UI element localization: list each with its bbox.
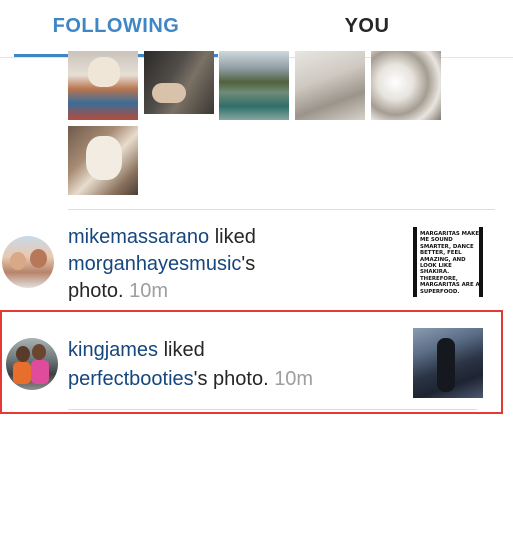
tab-you[interactable]: YOU	[262, 0, 472, 57]
notification-line: mikemassarano liked	[68, 224, 256, 250]
divider	[68, 209, 495, 210]
avatar-face	[10, 252, 26, 270]
tab-bar: FOLLOWING YOU	[0, 0, 513, 58]
avatar-shirt	[31, 360, 49, 384]
dog-image	[86, 136, 122, 180]
divider	[68, 409, 477, 410]
possessive-text: 's photo.	[193, 368, 269, 390]
avatar-face	[32, 344, 46, 360]
owner-username-link[interactable]: perfectbooties	[68, 368, 194, 390]
hand-image	[152, 83, 186, 103]
post-thumbnail[interactable]	[413, 328, 483, 398]
dog-image	[88, 57, 120, 87]
person-image	[437, 338, 455, 392]
timestamp: 10m	[274, 368, 314, 390]
possessive-text: 's	[241, 253, 256, 275]
timestamp: 10m	[129, 280, 169, 302]
object-text: photo.	[68, 280, 124, 302]
action-text: liked	[163, 339, 205, 361]
liked-photo-thumbnail[interactable]	[371, 51, 441, 120]
liked-photo-thumbnail[interactable]	[68, 126, 138, 195]
avatar-shirt	[13, 362, 31, 384]
liked-photo-thumbnail[interactable]	[144, 51, 214, 114]
notification-line: photo. 10m	[68, 278, 168, 304]
avatar[interactable]	[6, 338, 58, 390]
notification-line: perfectbooties's photo. 10m	[68, 366, 313, 392]
username-link[interactable]: kingjames	[68, 339, 158, 361]
avatar-face	[30, 249, 47, 268]
notification-line: kingjames liked	[68, 337, 205, 363]
post-text: MARGARITAS MAKE ME SOUND SMARTER, DANCE …	[420, 231, 480, 295]
avatar-face	[16, 346, 30, 362]
avatar[interactable]	[2, 236, 54, 288]
owner-username-link[interactable]: morganhayesmusic	[68, 253, 241, 275]
tab-following[interactable]: FOLLOWING	[14, 0, 218, 57]
liked-photo-thumbnail[interactable]	[295, 51, 365, 120]
liked-photo-thumbnail[interactable]	[219, 51, 289, 120]
liked-photo-thumbnail[interactable]	[68, 51, 138, 120]
action-text: liked	[214, 226, 256, 248]
post-thumbnail[interactable]: MARGARITAS MAKE ME SOUND SMARTER, DANCE …	[413, 227, 483, 297]
notification-line: morganhayesmusic's	[68, 251, 255, 277]
username-link[interactable]: mikemassarano	[68, 226, 209, 248]
